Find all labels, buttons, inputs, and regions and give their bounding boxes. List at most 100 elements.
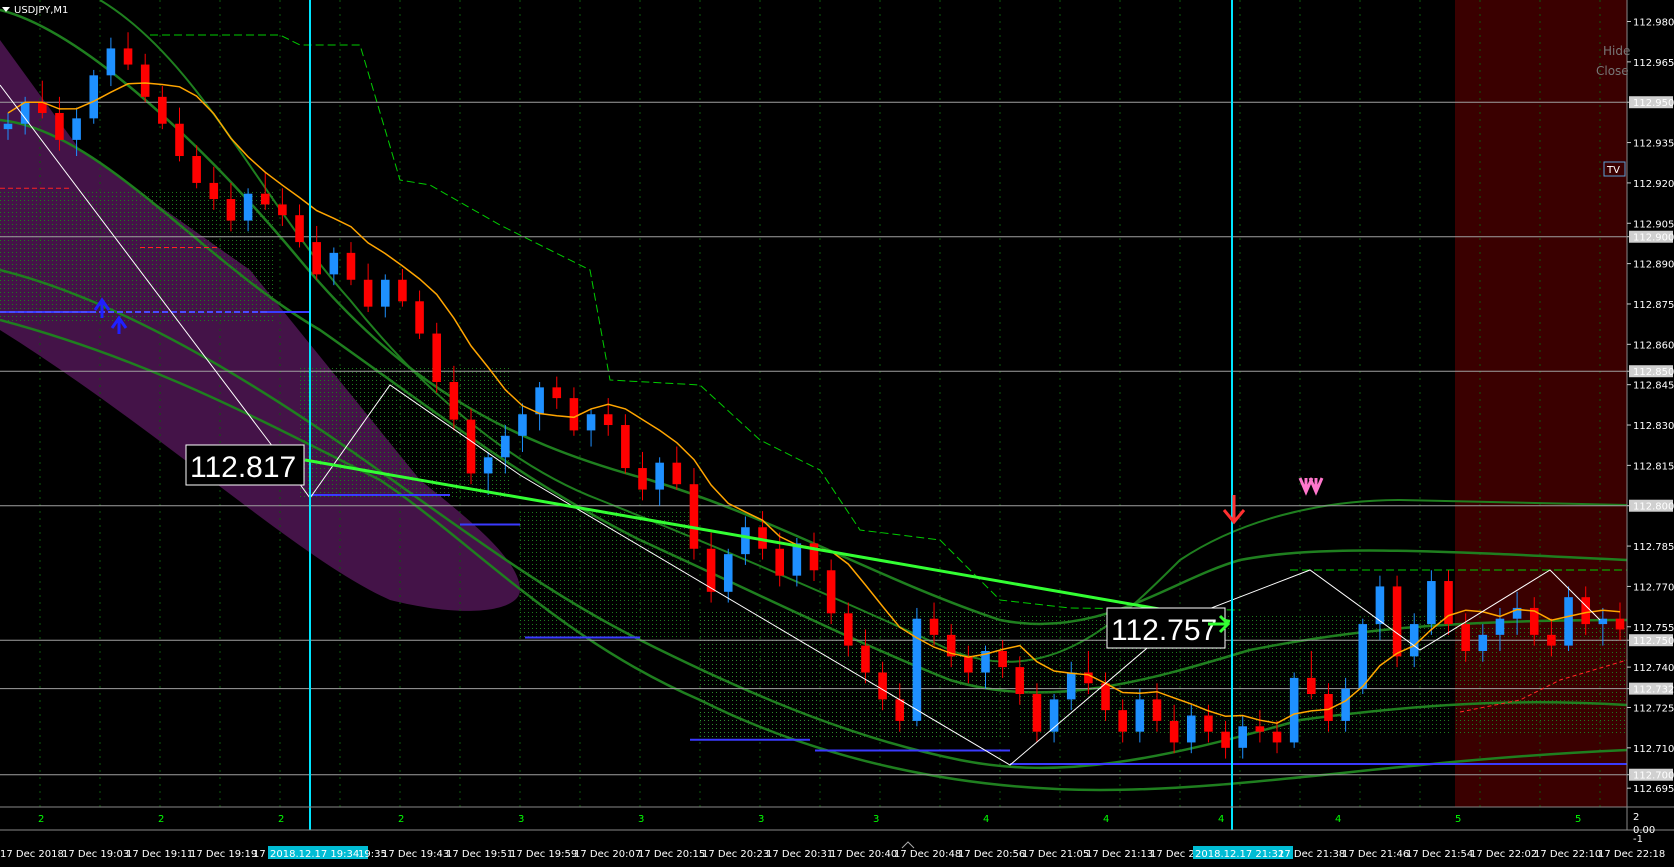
candle-body bbox=[775, 548, 784, 576]
candle-body bbox=[723, 554, 733, 592]
session-marker: 4 bbox=[983, 814, 989, 825]
candle-body bbox=[20, 102, 30, 124]
trend-label-left: 112.817 bbox=[185, 444, 305, 486]
candle-body bbox=[398, 279, 407, 302]
time-label: 17 Dec 19:59 bbox=[510, 849, 577, 860]
chart-window[interactable]: 112.817 112.757 112.980 112.965 112.950 112.… bbox=[0, 0, 1674, 867]
candle-body bbox=[192, 156, 201, 183]
candle bbox=[775, 532, 784, 587]
candle-body bbox=[964, 656, 973, 673]
time-label: 17 Dec 19:03 bbox=[62, 849, 129, 860]
candle-body bbox=[1307, 677, 1316, 695]
time-label: 17 Dec 22:10 bbox=[1534, 849, 1601, 860]
candle-body bbox=[844, 613, 853, 646]
candle-body bbox=[501, 435, 510, 458]
cloud-zone-4 bbox=[700, 612, 1010, 737]
candle-body bbox=[1564, 597, 1573, 646]
candle bbox=[415, 290, 424, 339]
candle-body bbox=[1015, 667, 1025, 695]
candle-body bbox=[1221, 731, 1230, 748]
candle bbox=[672, 446, 682, 490]
sub-window-tick: 2 bbox=[1633, 812, 1639, 823]
price-tick-label: 112.900 bbox=[1633, 233, 1674, 244]
candle bbox=[89, 69, 99, 124]
candle-body bbox=[741, 527, 750, 555]
candle bbox=[518, 403, 527, 452]
time-label: 17 Dec 19:19 bbox=[190, 849, 257, 860]
candle-body bbox=[432, 333, 442, 382]
price-tick-label: 112.980 bbox=[1633, 18, 1674, 29]
candle-body bbox=[346, 252, 356, 280]
hide-button[interactable]: Hide bbox=[1603, 44, 1630, 58]
close-button[interactable]: Close bbox=[1596, 64, 1629, 78]
pink-arrow-shape bbox=[1308, 477, 1324, 496]
sub-window-tick: -1 bbox=[1633, 834, 1643, 845]
candle-body bbox=[929, 618, 939, 635]
candle bbox=[175, 107, 184, 162]
candle-body bbox=[878, 672, 887, 700]
scroll-marker-icon[interactable] bbox=[901, 841, 915, 849]
candle-body bbox=[140, 64, 150, 97]
candle bbox=[586, 408, 596, 447]
candle bbox=[723, 548, 733, 603]
candle bbox=[312, 225, 321, 280]
candle bbox=[295, 204, 304, 248]
session-marker: 4 bbox=[1103, 814, 1109, 825]
candle-body bbox=[483, 457, 493, 474]
trend-label-right-text: 112.757 bbox=[1111, 614, 1217, 647]
candle-body bbox=[621, 425, 630, 469]
time-label: 17 Dec 20:23 bbox=[702, 849, 769, 860]
price-tick-label: 112.830 bbox=[1633, 421, 1674, 432]
candle bbox=[158, 86, 167, 130]
candle-body bbox=[826, 570, 836, 614]
candle bbox=[569, 387, 579, 436]
price-tick-label: 112.740 bbox=[1633, 663, 1674, 674]
candle-body bbox=[1255, 726, 1265, 732]
price-tick-label: 112.815 bbox=[1633, 461, 1674, 472]
price-tick-label: 112.800 bbox=[1633, 502, 1674, 513]
candle bbox=[621, 414, 630, 474]
candle-body bbox=[998, 650, 1007, 668]
candle-body bbox=[861, 645, 870, 673]
session-marker: 2 bbox=[398, 814, 404, 825]
session-marker: 3 bbox=[758, 814, 764, 825]
price-tick-label: 112.725 bbox=[1633, 703, 1674, 714]
candle-body bbox=[1066, 672, 1076, 700]
session-marker: 4 bbox=[1335, 814, 1341, 825]
candle-body bbox=[1238, 726, 1248, 748]
candle-body bbox=[1101, 683, 1110, 711]
session-marker: 2 bbox=[158, 814, 164, 825]
price-tick-label: 112.845 bbox=[1633, 381, 1674, 392]
time-label: 17 Dec 20:40 bbox=[830, 849, 897, 860]
price-tick-label: 112.755 bbox=[1633, 623, 1674, 634]
candle bbox=[106, 37, 116, 87]
candle-body bbox=[1615, 618, 1625, 630]
time-label: 17 Dec 22:02 bbox=[1470, 849, 1537, 860]
time-label: 17 Dec 20:56 bbox=[958, 849, 1025, 860]
price-tick-label: 112.732 bbox=[1633, 685, 1674, 696]
price-chart[interactable]: 112.817 112.757 112.980 112.965 112.950 112.… bbox=[0, 0, 1674, 867]
red-down-arrow-shape bbox=[1222, 495, 1246, 525]
candle-body bbox=[603, 414, 613, 426]
candle-body bbox=[1289, 677, 1299, 743]
candle bbox=[552, 376, 562, 409]
candle-body bbox=[209, 182, 219, 200]
candle bbox=[689, 468, 699, 560]
time-label: 17 Dec 21:54 bbox=[1406, 849, 1473, 860]
time-label: 17 Dec 20:48 bbox=[894, 849, 961, 860]
price-tick-label: 112.875 bbox=[1633, 300, 1674, 311]
candle-body bbox=[638, 468, 647, 490]
candle-body bbox=[3, 123, 13, 130]
time-label: 17 Dec 19:43 bbox=[382, 849, 449, 860]
candle-body bbox=[1409, 624, 1419, 657]
price-tick-label: 112.695 bbox=[1633, 784, 1674, 795]
candle-body bbox=[175, 123, 184, 157]
candle bbox=[123, 32, 133, 70]
candle-body bbox=[1118, 710, 1127, 732]
price-tick-label: 112.950 bbox=[1633, 98, 1674, 109]
time-label: 17 Dec 19:51 bbox=[446, 849, 513, 860]
candle-body bbox=[55, 112, 64, 140]
candle bbox=[363, 263, 373, 313]
candle-body bbox=[380, 279, 390, 307]
candle-body bbox=[586, 414, 596, 431]
